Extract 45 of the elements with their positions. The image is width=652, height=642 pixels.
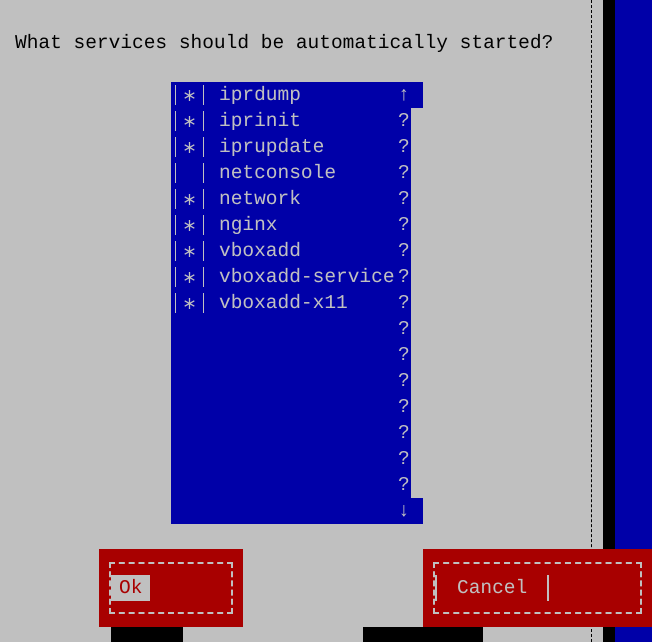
service-name[interactable]: vboxadd-x11 (219, 290, 348, 316)
asterisk-icon (184, 246, 195, 256)
scrollbar-mark: ? (398, 446, 411, 472)
scrollbar-mark: ? (398, 316, 411, 342)
scrollbar-mark: ? (398, 134, 411, 160)
scrollbar-mark: ? (398, 472, 411, 498)
asterisk-icon (184, 298, 195, 308)
scrollbar-mark: ? (398, 264, 411, 290)
service-name[interactable]: network (219, 186, 301, 212)
service-name[interactable]: nginx (219, 212, 278, 238)
service-name[interactable]: vboxadd-service (219, 264, 395, 290)
asterisk-icon (184, 220, 195, 230)
scrollbar-mark: ? (398, 290, 411, 316)
asterisk-icon (184, 142, 195, 152)
scrollbar-mark: ? (398, 342, 411, 368)
service-name[interactable]: iprinit (219, 108, 301, 134)
asterisk-icon (184, 116, 195, 126)
scrollbar-mark: ? (398, 186, 411, 212)
asterisk-icon (184, 194, 195, 204)
scrollbar-mark: ? (398, 368, 411, 394)
checkbox[interactable] (175, 163, 204, 183)
scrollbar-mark: ? (398, 108, 411, 134)
checkbox[interactable] (175, 241, 204, 261)
dialog-button[interactable]: Cancel (423, 549, 652, 627)
service-name[interactable]: netconsole (219, 160, 336, 186)
checkbox[interactable] (175, 137, 204, 157)
prompt-text: What services should be automatically started? (15, 31, 554, 56)
button-shadow (111, 627, 183, 642)
checkbox[interactable] (175, 111, 204, 131)
scrollbar-mark: ? (398, 212, 411, 238)
service-name[interactable]: iprupdate (219, 134, 324, 160)
scrollbar-mark: ? (398, 238, 411, 264)
checkbox[interactable] (175, 215, 204, 235)
scrollbar-mark: ? (398, 420, 411, 446)
checkbox[interactable] (175, 85, 204, 105)
dialog-button[interactable]: Ok (99, 549, 243, 627)
scrollbar-mark: ? (398, 160, 411, 186)
scrollbar-mark: ? (398, 394, 411, 420)
asterisk-icon (184, 90, 195, 100)
checkbox[interactable] (175, 189, 204, 209)
asterisk-icon (184, 272, 195, 282)
service-name[interactable]: iprdump (219, 82, 301, 108)
checkbox[interactable] (175, 267, 204, 287)
service-name[interactable]: vboxadd (219, 238, 301, 264)
checkbox[interactable] (175, 293, 204, 313)
